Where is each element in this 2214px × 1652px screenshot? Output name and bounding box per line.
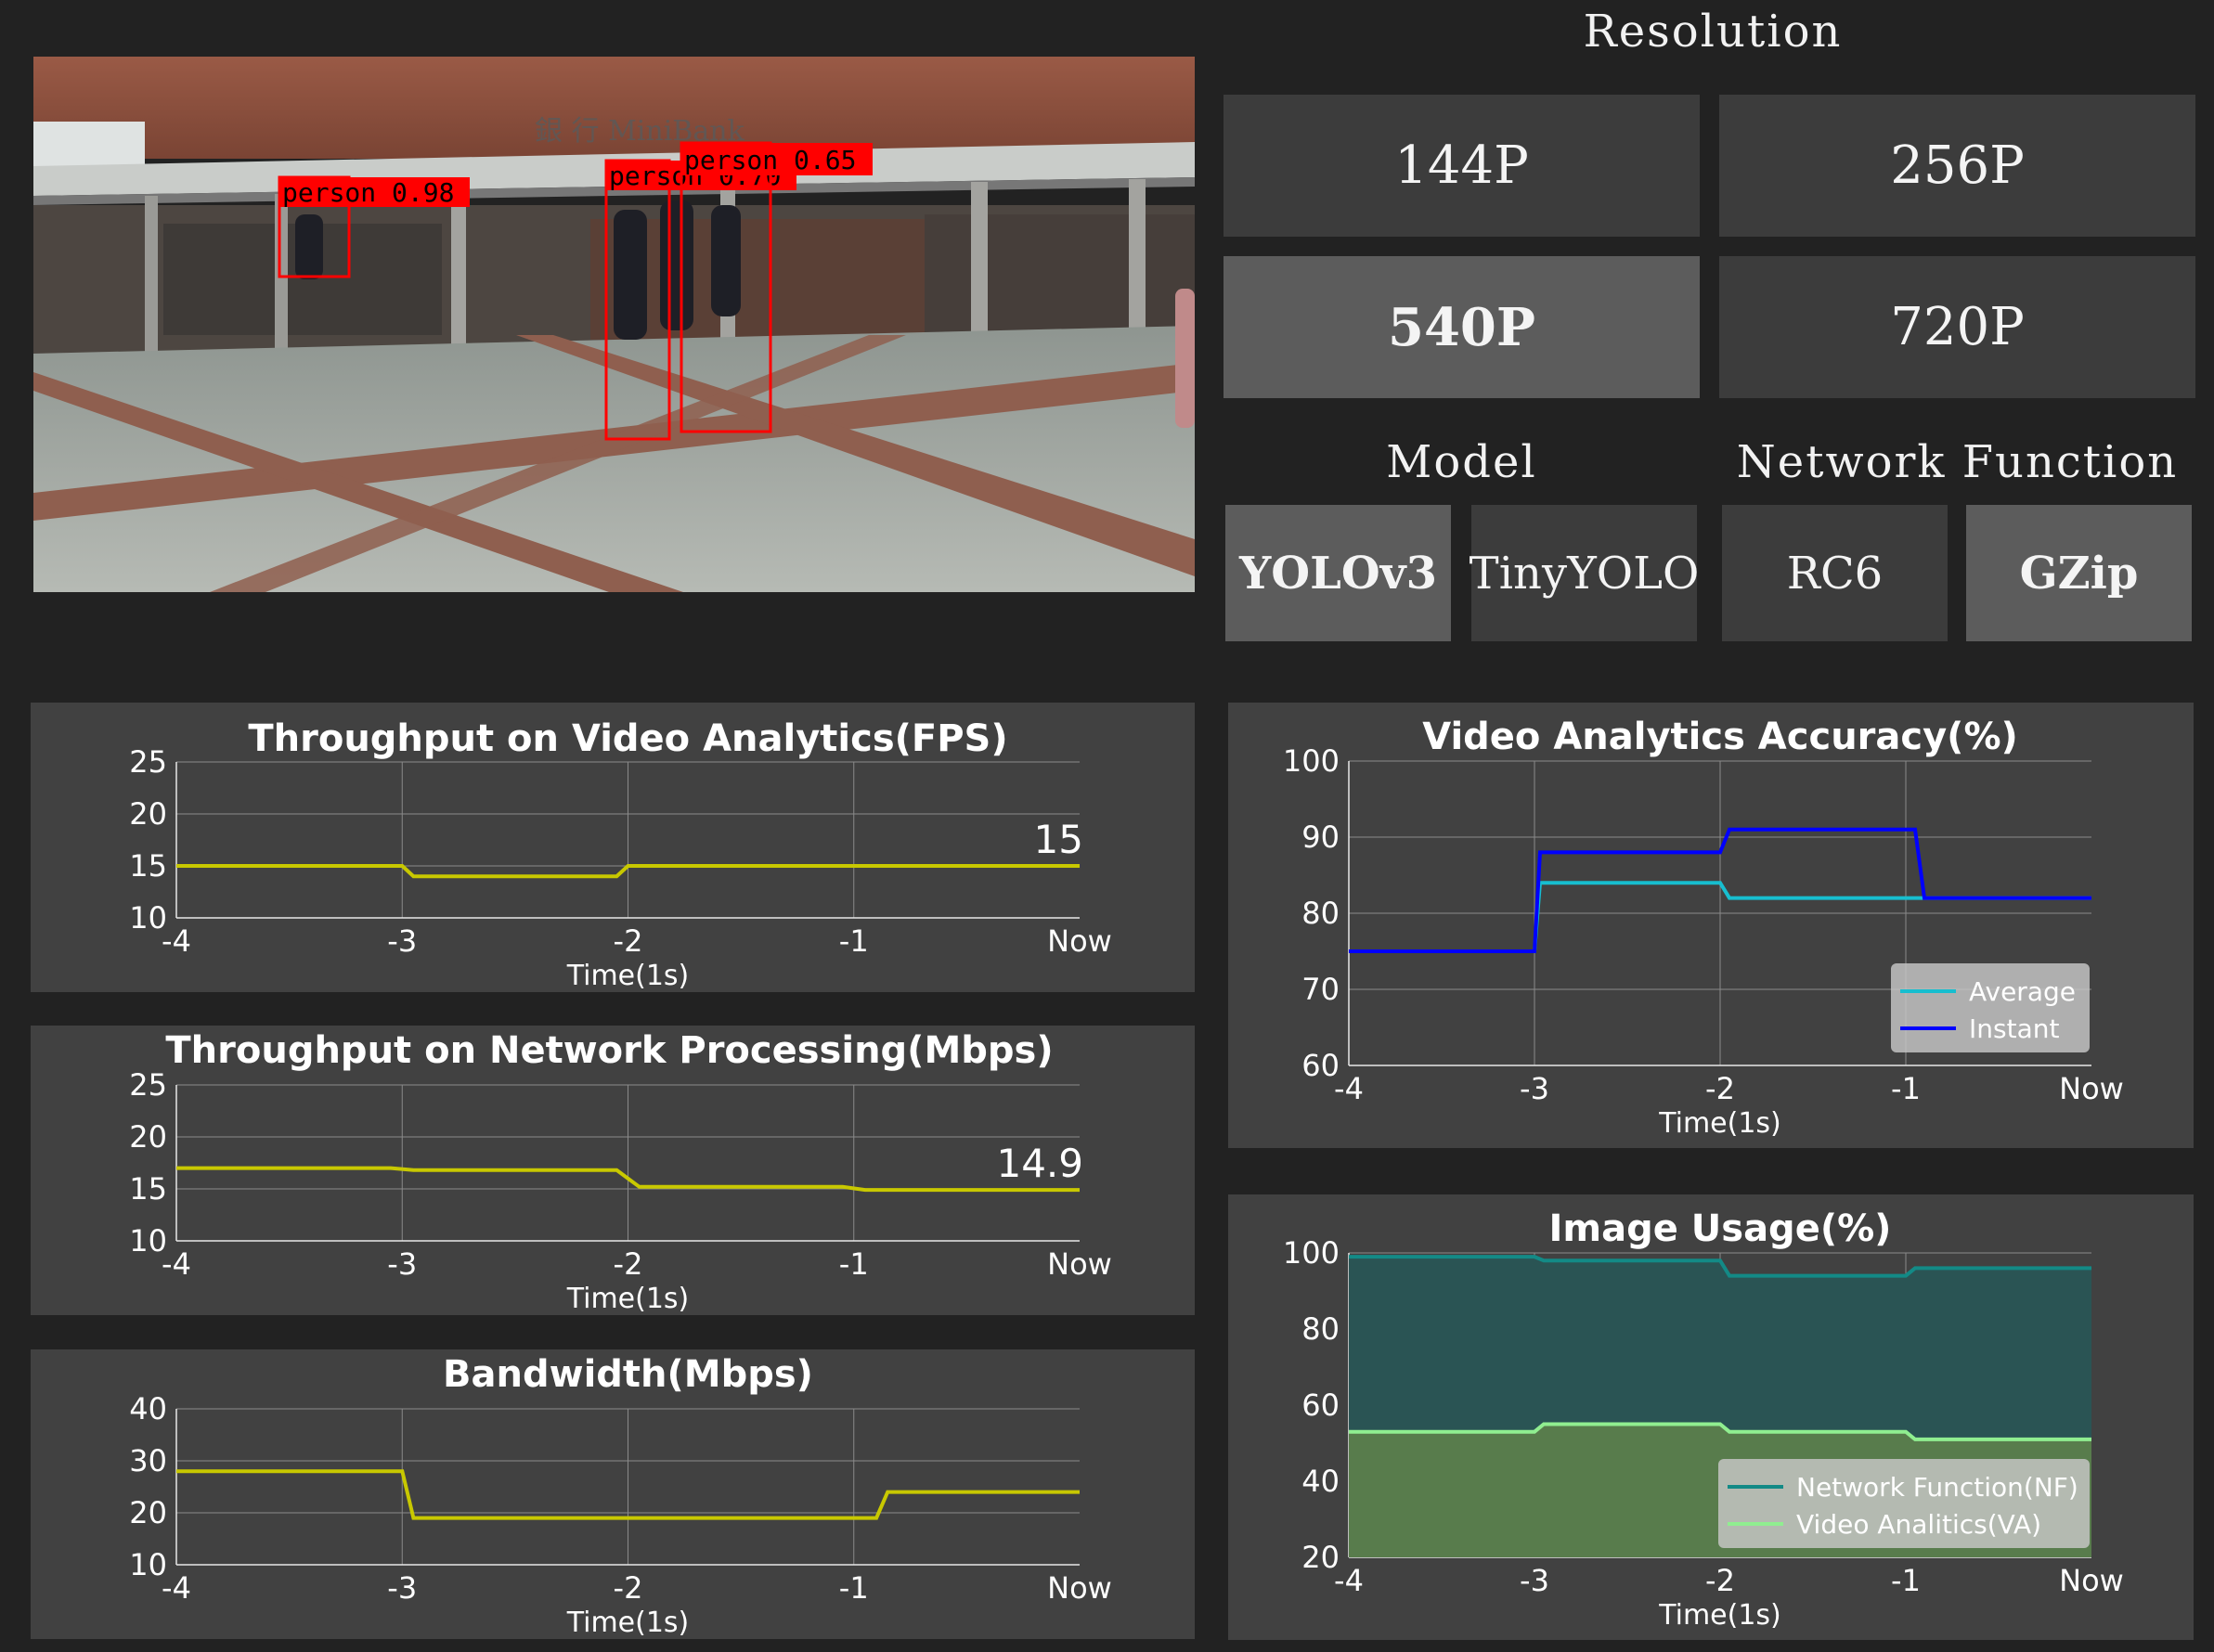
resolution-256p-button[interactable]: 256P <box>1719 95 2195 237</box>
y-tick-label: 80 <box>1301 1311 1340 1347</box>
x-tick-label: -2 <box>1705 1563 1735 1598</box>
legend-label: Network Function(NF) <box>1796 1472 2078 1503</box>
x-tick-label: -2 <box>614 1570 643 1606</box>
fps-chart: Throughput on Video Analytics(FPS)101520… <box>129 717 1112 992</box>
x-tick-label: -2 <box>1705 1071 1735 1106</box>
resolution-540p-button[interactable]: 540P <box>1224 256 1700 398</box>
detection-label: person 0.65 <box>684 145 856 175</box>
x-tick-label: -4 <box>162 923 191 959</box>
y-tick-label: 80 <box>1301 896 1340 931</box>
x-tick-label: -1 <box>1891 1563 1921 1598</box>
network-function-title: Network Function <box>1736 436 2179 488</box>
bandwidth-chart: Bandwidth(Mbps)10203040-4 -3 -2 -1 NowTime(1… <box>129 1353 1112 1639</box>
x-axis-label: Time(1s) <box>1658 1107 1781 1140</box>
network-function-gzip-button[interactable]: GZip <box>1966 505 2192 641</box>
y-tick-label: 100 <box>1283 743 1340 779</box>
x-tick-label: -1 <box>839 1246 869 1282</box>
legend-label: Average <box>1969 976 2076 1007</box>
chart-title: Image Usage(%) <box>1549 1207 1892 1250</box>
legend-label: Video Analitics(VA) <box>1796 1509 2041 1540</box>
x-tick-label: -2 <box>614 923 643 959</box>
y-tick-label: 40 <box>1301 1464 1340 1499</box>
y-tick-label: 20 <box>129 796 167 832</box>
x-axis-label: Time(1s) <box>566 960 690 992</box>
x-tick-label: -4 <box>162 1570 191 1606</box>
model-tinyyolo-button[interactable]: TinyYOLO <box>1470 505 1699 641</box>
x-tick-label: -1 <box>839 1570 869 1606</box>
network-function-rc6-button[interactable]: RC6 <box>1722 505 1948 641</box>
x-tick-label: Now <box>1047 923 1112 959</box>
x-tick-label: -3 <box>387 923 417 959</box>
accuracy-chart: Video Analytics Accuracy(%)60708090100-4… <box>1283 716 2124 1140</box>
x-tick-label: -3 <box>1520 1071 1549 1106</box>
y-tick-label: 40 <box>129 1391 167 1426</box>
video-feed: 銀 行 MiniBank person 0.98 person 0.70 per… <box>33 57 1195 592</box>
current-value-label: 14.9 <box>996 1141 1083 1186</box>
chart-title: Throughput on Network Processing(Mbps) <box>165 1029 1053 1072</box>
x-tick-label: -3 <box>387 1570 417 1606</box>
y-tick-label: 15 <box>129 848 167 884</box>
y-tick-label: 90 <box>1301 820 1340 855</box>
video-frame: 銀 行 MiniBank person 0.98 person 0.70 per… <box>33 57 1195 592</box>
x-axis-label: Time(1s) <box>1658 1599 1781 1632</box>
y-tick-label: 30 <box>129 1443 167 1478</box>
y-tick-label: 15 <box>129 1171 167 1207</box>
y-tick-label: 25 <box>129 1067 167 1103</box>
x-axis-label: Time(1s) <box>566 1283 690 1315</box>
x-tick-label: -1 <box>839 923 869 959</box>
x-tick-label: -3 <box>1520 1563 1549 1598</box>
legend-label: Instant <box>1969 1013 2059 1044</box>
fps-chart-panel: Throughput on Video Analytics(FPS) 10 15 20… <box>31 703 1195 992</box>
x-tick-label: -2 <box>614 1246 643 1282</box>
x-tick-label: -4 <box>162 1246 191 1282</box>
x-tick-label: -1 <box>1891 1071 1921 1106</box>
x-tick-label: Now <box>1047 1570 1112 1606</box>
model-title: Model <box>1386 436 1537 488</box>
chart-title: Video Analytics Accuracy(%) <box>1422 716 2018 758</box>
model-yolov3-button[interactable]: YOLOv3 <box>1225 505 1451 641</box>
image-usage-chart-panel: Image Usage(%) 20 40 60 80 100 -4 -3 -2 -1 Now Time… <box>1228 1194 2194 1640</box>
image-usage-chart: Image Usage(%)20406080100-4 -3 -2 -1 NowTime… <box>1283 1207 2124 1632</box>
y-tick-label: 100 <box>1283 1235 1340 1271</box>
y-tick-label: 25 <box>129 744 167 780</box>
detection-label: person 0.98 <box>282 177 454 208</box>
bandwidth-chart-panel: Bandwidth(Mbps) 10 20 30 40 -4 -3 -2 -1 Now Time(1… <box>31 1349 1195 1639</box>
y-tick-label: 20 <box>129 1495 167 1530</box>
current-value-label: 15 <box>1034 817 1083 862</box>
x-axis-label: Time(1s) <box>566 1607 690 1639</box>
x-tick-label: Now <box>2059 1563 2124 1598</box>
x-tick-label: Now <box>1047 1246 1112 1282</box>
x-tick-label: -4 <box>1334 1563 1364 1598</box>
resolution-title: Resolution <box>1583 6 1843 58</box>
x-tick-label: -4 <box>1334 1071 1364 1106</box>
resolution-144p-button[interactable]: 144P <box>1224 95 1700 237</box>
accuracy-chart-panel: Video Analytics Accuracy(%) 60 70 80 90 100 -4… <box>1228 703 2194 1148</box>
y-tick-label: 20 <box>129 1119 167 1155</box>
x-tick-label: Now <box>2059 1071 2124 1106</box>
x-tick-label: -3 <box>387 1246 417 1282</box>
network-processing-chart-panel: Throughput on Network Processing(Mbps) 10… <box>31 1026 1195 1315</box>
chart-title: Bandwidth(Mbps) <box>443 1353 813 1396</box>
y-tick-label: 60 <box>1301 1387 1340 1423</box>
y-tick-label: 70 <box>1301 972 1340 1007</box>
resolution-720p-button[interactable]: 720P <box>1719 256 2195 398</box>
network-processing-chart: Throughput on Network Processing(Mbps)10… <box>129 1029 1112 1315</box>
chart-title: Throughput on Video Analytics(FPS) <box>248 717 1007 760</box>
